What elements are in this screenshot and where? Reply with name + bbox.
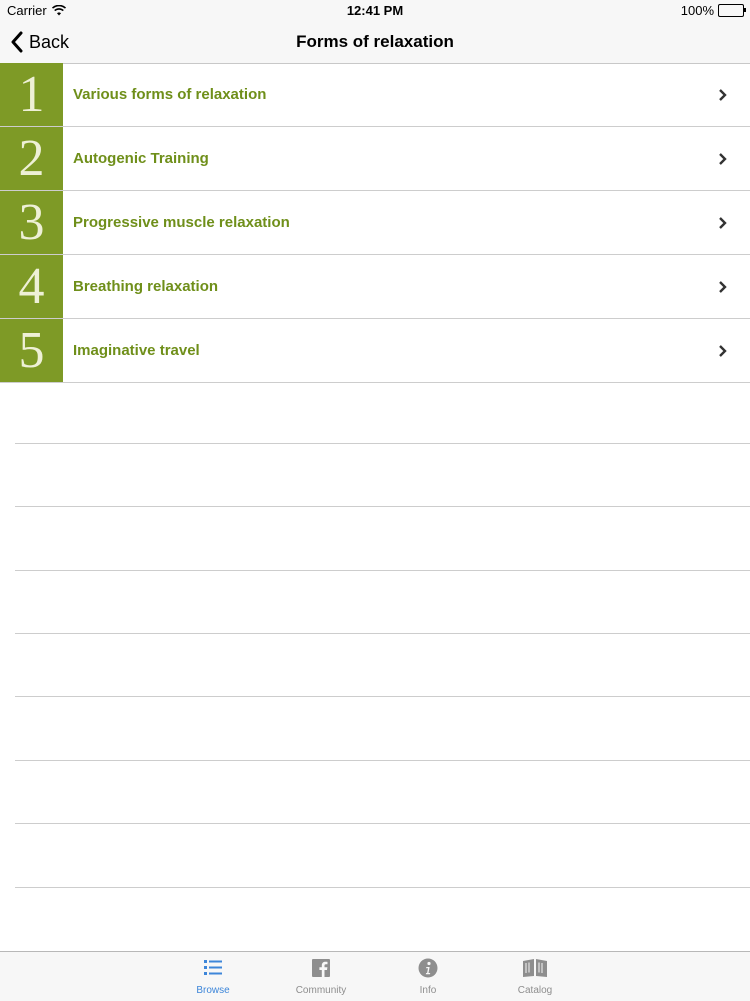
list-item[interactable]: 3 Progressive muscle relaxation: [0, 191, 750, 255]
empty-row-separator: [15, 443, 750, 444]
tab-label: Browse: [196, 985, 230, 996]
chevron-right-icon: [719, 153, 727, 165]
chevron-right-icon: [719, 217, 727, 229]
navigation-bar: Back Forms of relaxation: [0, 22, 750, 64]
list-item[interactable]: 5 Imaginative travel: [0, 319, 750, 383]
facebook-icon: [312, 959, 330, 977]
tab-community[interactable]: Community: [276, 952, 366, 1001]
chevron-right-icon: [719, 89, 727, 101]
status-bar: Carrier 12:41 PM 100%: [0, 0, 750, 22]
list-item[interactable]: 1 Various forms of relaxation: [0, 63, 750, 127]
list-item[interactable]: 2 Autogenic Training: [0, 127, 750, 191]
list-icon: [204, 960, 222, 975]
item-label: Various forms of relaxation: [73, 86, 267, 103]
item-label: Breathing relaxation: [73, 278, 219, 295]
status-time: 12:41 PM: [346, 3, 404, 18]
tab-label: Info: [419, 985, 437, 996]
tab-catalog[interactable]: Catalog: [490, 952, 580, 1001]
empty-row-separator: [15, 823, 750, 824]
tab-bar: Browse Community Info Catalog: [0, 951, 750, 1001]
item-number: 3: [0, 191, 63, 254]
item-label: Imaginative travel: [73, 342, 200, 359]
item-number: 5: [0, 319, 63, 382]
item-number: 4: [0, 255, 63, 318]
item-number: 2: [0, 127, 63, 190]
item-number: 1: [0, 63, 63, 126]
chevron-right-icon: [719, 281, 727, 293]
empty-row-separator: [15, 570, 750, 571]
battery-percent: 100%: [680, 3, 714, 18]
empty-row-separator: [15, 506, 750, 507]
empty-row-separator: [15, 887, 750, 888]
empty-row-separator: [15, 633, 750, 634]
tab-info[interactable]: Info: [383, 952, 473, 1001]
page-title: Forms of relaxation: [296, 32, 454, 51]
item-label: Progressive muscle relaxation: [73, 214, 290, 231]
status-right: 100%: [680, 3, 746, 18]
tab-label: Community: [295, 985, 347, 996]
list-item[interactable]: 4 Breathing relaxation: [0, 255, 750, 319]
empty-row-separator: [15, 696, 750, 697]
empty-row-separator: [15, 760, 750, 761]
tab-label: Catalog: [517, 985, 553, 996]
book-icon: [523, 959, 547, 977]
relaxation-list: 1 Various forms of relaxation 2 Autogeni…: [0, 63, 750, 383]
info-icon: [418, 958, 438, 978]
item-label: Autogenic Training: [73, 150, 209, 167]
tab-browse[interactable]: Browse: [168, 952, 258, 1001]
battery-icon: [718, 4, 746, 17]
chevron-right-icon: [719, 345, 727, 357]
